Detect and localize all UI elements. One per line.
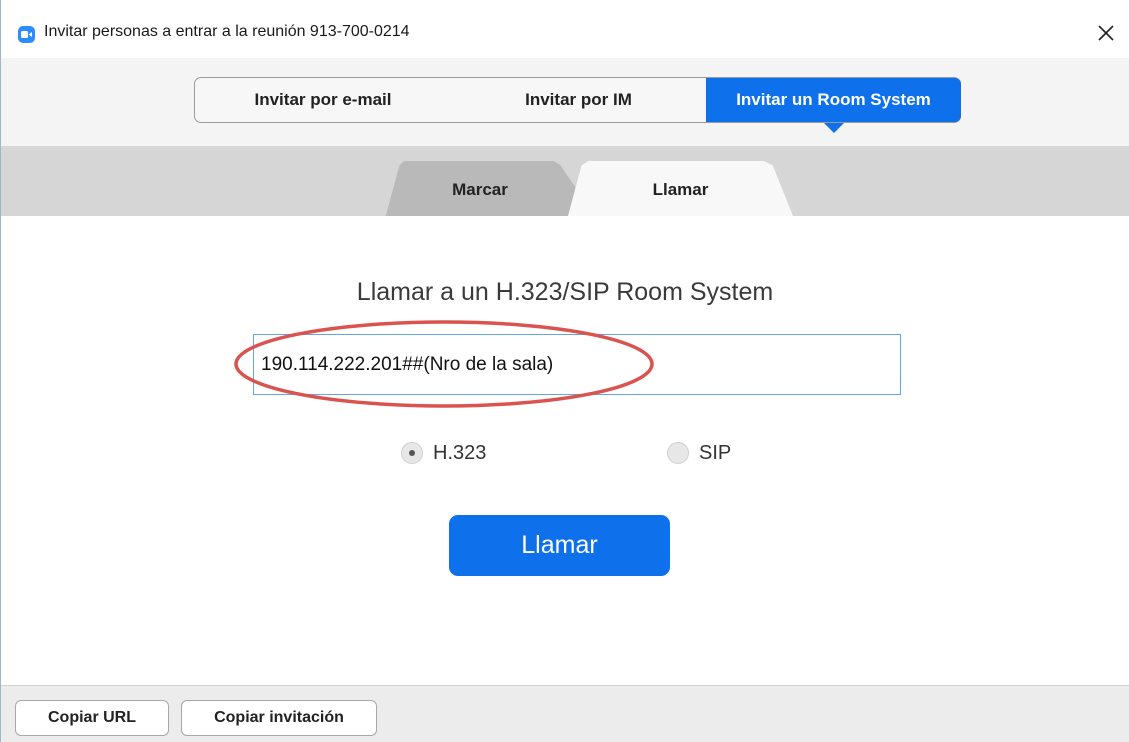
invite-method-header: Invitar por e-mail Invitar por IM Invita…: [1, 58, 1129, 146]
window-title: Invitar personas a entrar a la reunión 9…: [44, 23, 410, 40]
invite-method-tabs: Invitar por e-mail Invitar por IM Invita…: [194, 77, 961, 123]
title-bar: Invitar personas a entrar a la reunión 9…: [1, 0, 1129, 58]
copy-url-button[interactable]: Copiar URL: [15, 700, 169, 736]
invite-dialog-window: Invitar personas a entrar a la reunión 9…: [0, 0, 1129, 742]
radio-checked-icon: [401, 442, 423, 464]
room-address-input[interactable]: [253, 334, 901, 395]
panel-heading: Llamar a un H.323/SIP Room System: [356, 278, 774, 306]
tab-invite-by-im[interactable]: Invitar por IM: [451, 78, 706, 122]
dialog-footer: Copiar URL Copiar invitación: [1, 685, 1129, 742]
protocol-sip-radio[interactable]: SIP: [667, 439, 731, 467]
selected-tab-pointer: [824, 123, 844, 133]
zoom-video-icon: [18, 26, 35, 43]
protocol-h323-radio[interactable]: H.323: [401, 439, 486, 467]
subtab-call[interactable]: Llamar: [568, 161, 793, 216]
protocol-h323-label: H.323: [433, 441, 487, 464]
call-room-system-panel: Llamar a un H.323/SIP Room System H.323 …: [1, 216, 1129, 685]
tab-invite-by-email[interactable]: Invitar por e-mail: [195, 78, 451, 122]
tab-invite-room-system[interactable]: Invitar un Room System: [706, 78, 961, 122]
radio-unchecked-icon: [667, 442, 689, 464]
close-icon[interactable]: [1091, 18, 1121, 48]
call-button[interactable]: Llamar: [449, 515, 670, 576]
copy-invitation-button[interactable]: Copiar invitación: [181, 700, 377, 736]
subtab-dial[interactable]: Marcar: [385, 161, 595, 216]
protocol-sip-label: SIP: [699, 441, 732, 464]
room-system-subtabs: Marcar Llamar: [1, 146, 1129, 216]
